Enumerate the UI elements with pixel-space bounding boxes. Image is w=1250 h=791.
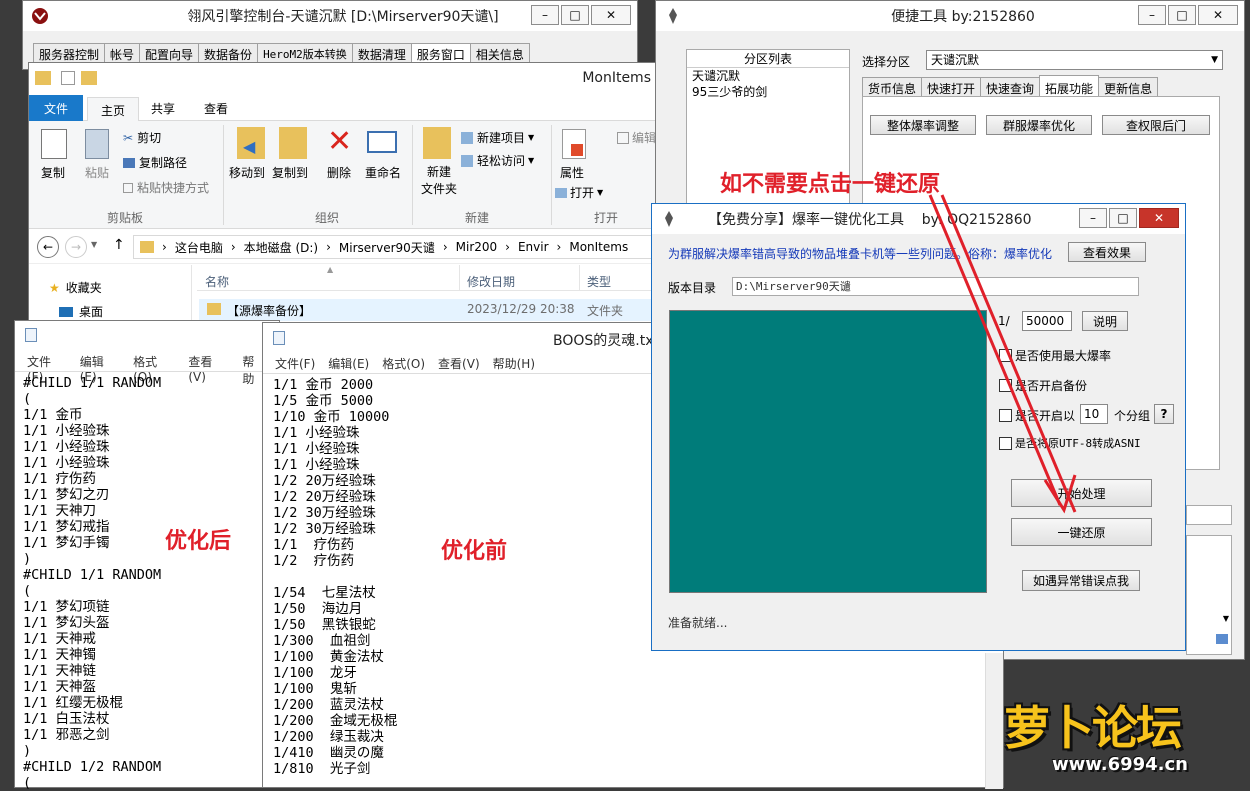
annotation-arrows: [928, 194, 1077, 514]
annotation-arrow-shapes: [928, 194, 1077, 514]
watermark-brand: 萝卜论坛: [1004, 701, 1182, 755]
watermark: 萝卜论坛 www.6994.cn: [1000, 690, 1246, 786]
watermark-url: www.6994.cn: [1052, 754, 1188, 775]
